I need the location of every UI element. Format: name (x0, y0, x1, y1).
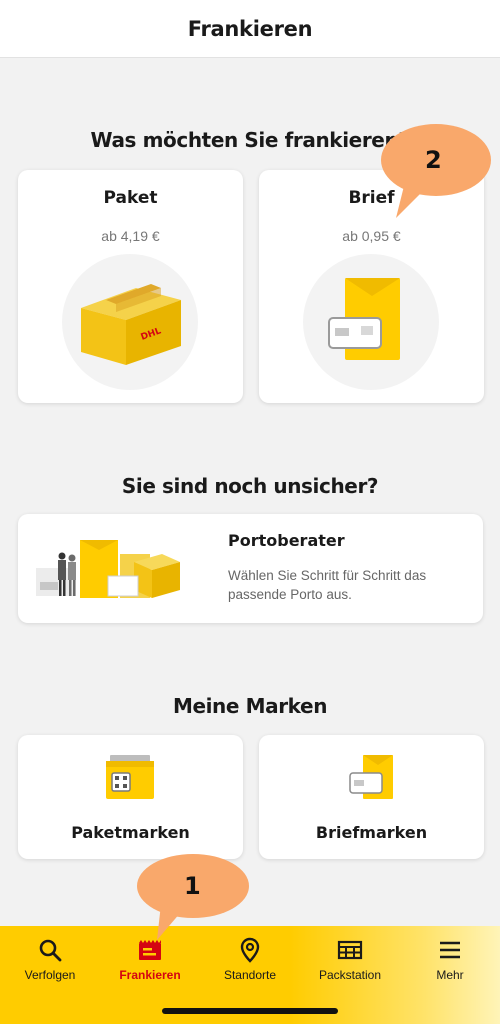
brief-option-price: ab 0,95 € (342, 228, 401, 244)
tab-mehr[interactable]: Mehr (400, 926, 500, 996)
portoberater-description: Wählen Sie Schritt für Schritt das passe… (228, 568, 427, 602)
top-app-bar: Frankieren (0, 0, 500, 58)
search-icon (39, 939, 62, 962)
page-title: Frankieren (187, 16, 313, 41)
tab-packstation-label: Packstation (318, 968, 382, 982)
home-indicator (162, 1008, 338, 1014)
parcel-label-icon (106, 755, 154, 799)
letter-stamp-icon (349, 755, 393, 799)
menu-icon (440, 941, 460, 959)
paket-option-card[interactable]: Paket ab 4,19 € DHL (18, 170, 243, 403)
portoberater-title: Portoberater (228, 531, 345, 550)
annotation-label-1: 1 (184, 872, 201, 900)
packstation-icon (337, 940, 363, 960)
tab-packstation[interactable]: Packstation (300, 926, 400, 996)
paket-option-title: Paket (103, 188, 158, 208)
tab-verfolgen[interactable]: Verfolgen (0, 926, 100, 996)
tab-standorte-label: Standorte (223, 968, 277, 982)
paketmarken-label: Paketmarken (71, 823, 190, 842)
annotation-label-2: 2 (425, 146, 442, 174)
tab-mehr-label: Mehr (436, 968, 464, 982)
portoberater-illustration-icon (36, 540, 180, 598)
marken-section-title: Meine Marken (172, 694, 328, 718)
unsicher-section-title: Sie sind noch unsicher? (121, 474, 379, 498)
paket-option-price: ab 4,19 € (101, 228, 160, 244)
letter-envelope-icon (328, 278, 400, 360)
package-box-icon: DHL (81, 284, 181, 365)
paketmarken-card[interactable]: Paketmarken (18, 735, 243, 859)
briefmarken-label: Briefmarken (315, 823, 428, 842)
briefmarken-card[interactable]: Briefmarken (259, 735, 484, 859)
tab-verfolgen-label: Verfolgen (24, 968, 76, 982)
portoberater-card[interactable]: Portoberater Wählen Sie Schritt für Schr… (18, 514, 483, 623)
tab-frankieren-label: Frankieren (119, 968, 181, 982)
